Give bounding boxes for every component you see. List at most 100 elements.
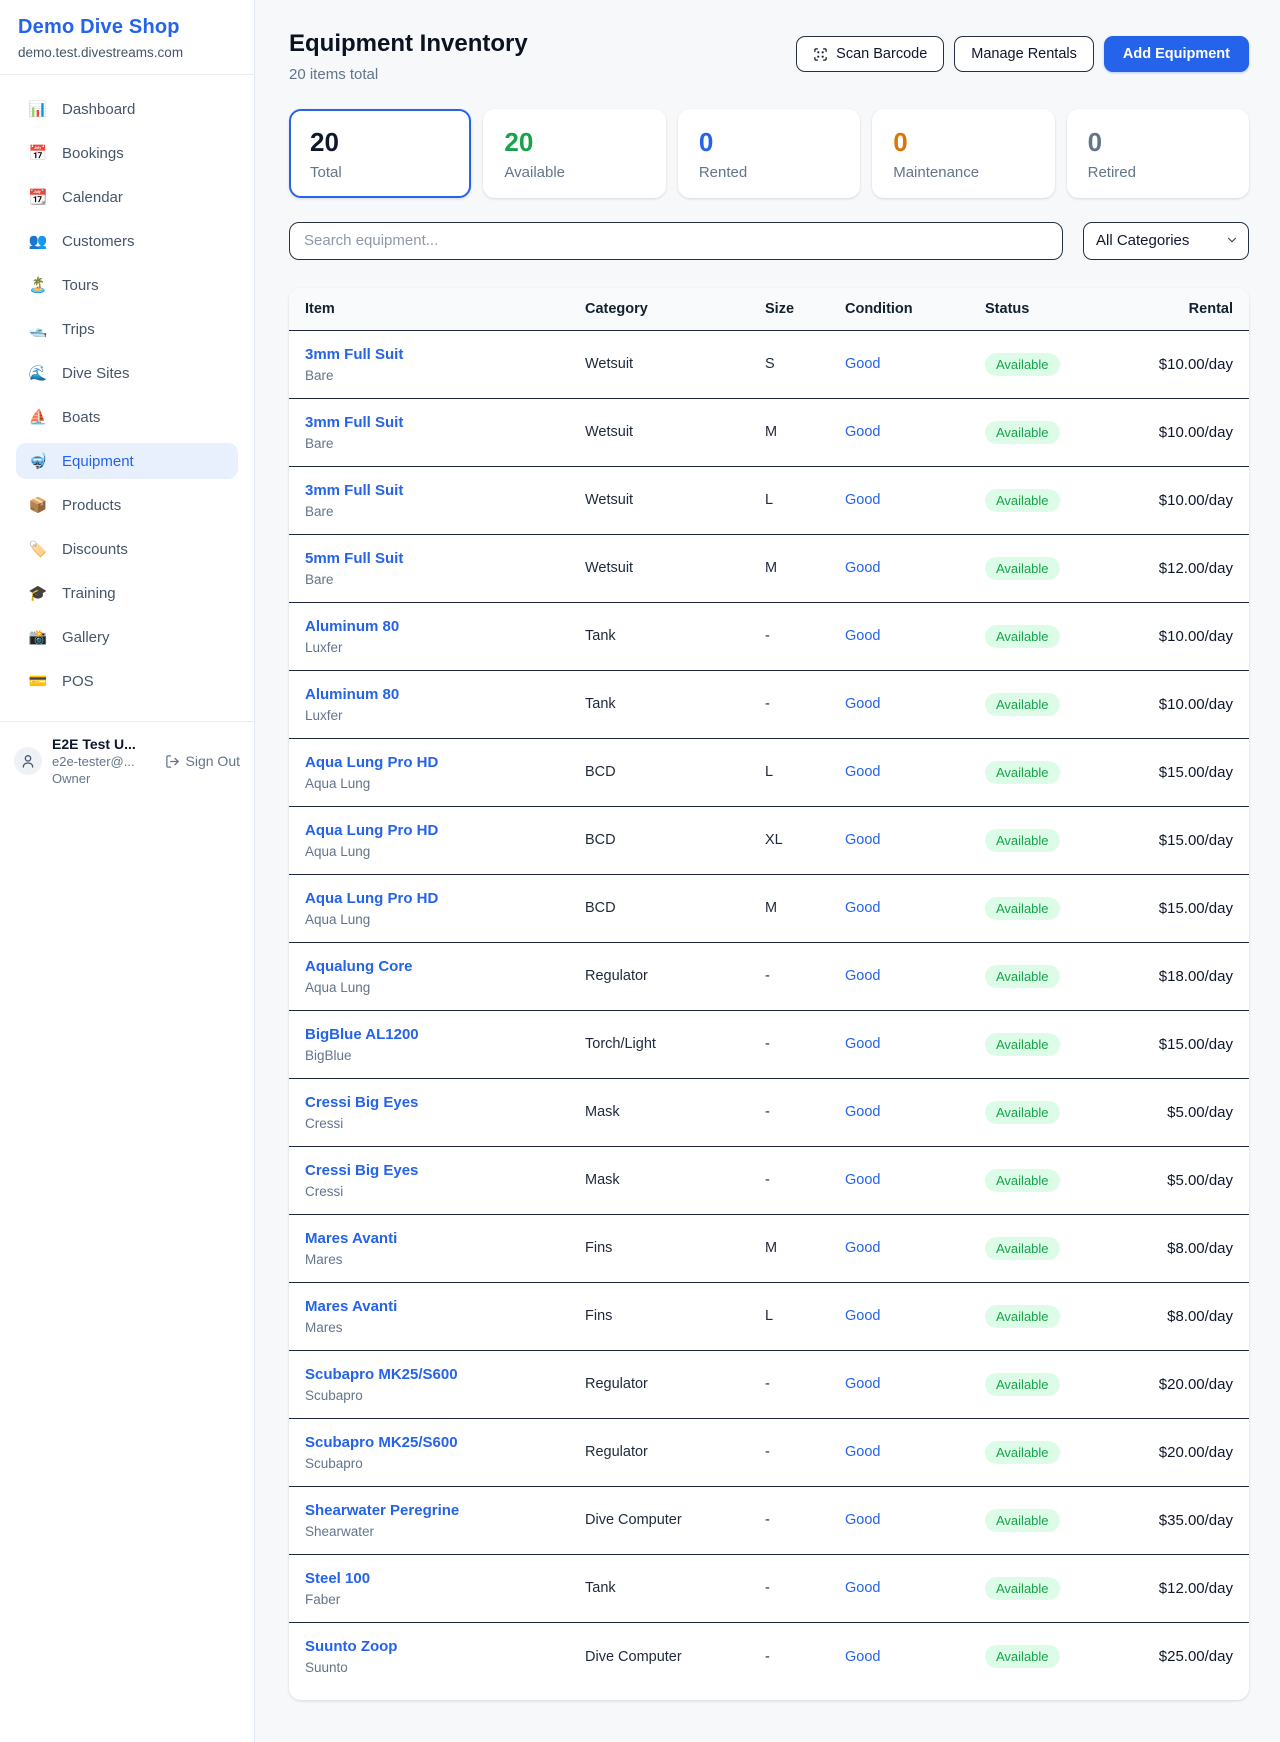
sidebar-nav-item[interactable]: 📸 Gallery (16, 619, 238, 655)
nav-item-label: Bookings (62, 145, 124, 162)
item-name-link[interactable]: Suunto Zoop (305, 1638, 553, 1655)
condition-link[interactable]: Good (845, 832, 880, 848)
item-brand: Bare (305, 504, 553, 519)
item-category: Tank (569, 670, 749, 738)
sidebar-nav-item[interactable]: 📊 Dashboard (16, 91, 238, 127)
item-category: Dive Computer (569, 1622, 749, 1690)
status-badge: Available (985, 1237, 1060, 1260)
add-equipment-button[interactable]: Add Equipment (1104, 36, 1249, 72)
condition-link[interactable]: Good (845, 1649, 880, 1665)
item-name-link[interactable]: 3mm Full Suit (305, 346, 553, 363)
table-row: Aluminum 80 Luxfer Tank - Good Available… (289, 670, 1249, 738)
item-name-link[interactable]: BigBlue AL1200 (305, 1026, 553, 1043)
condition-link[interactable]: Good (845, 1172, 880, 1188)
condition-link[interactable]: Good (845, 1376, 880, 1392)
condition-link[interactable]: Good (845, 356, 880, 372)
sign-out-label: Sign Out (186, 753, 240, 769)
condition-link[interactable]: Good (845, 560, 880, 576)
rental-price: $10.00/day (1119, 466, 1249, 534)
item-brand: BigBlue (305, 1048, 553, 1063)
sidebar-nav-item[interactable]: 🌊 Dive Sites (16, 355, 238, 391)
stat-card[interactable]: 20 Total (289, 109, 471, 198)
sidebar-nav-item[interactable]: 🛥️ Trips (16, 311, 238, 347)
page-title: Equipment Inventory (289, 30, 528, 58)
stat-card[interactable]: 0 Retired (1067, 109, 1249, 198)
item-name-link[interactable]: Scubapro MK25/S600 (305, 1434, 553, 1451)
condition-link[interactable]: Good (845, 1512, 880, 1528)
item-name-link[interactable]: 3mm Full Suit (305, 414, 553, 431)
item-name-link[interactable]: 5mm Full Suit (305, 550, 553, 567)
sidebar-nav-item[interactable]: 💳 POS (16, 663, 238, 699)
item-name-link[interactable]: Steel 100 (305, 1570, 553, 1587)
item-name-link[interactable]: Scubapro MK25/S600 (305, 1366, 553, 1383)
condition-link[interactable]: Good (845, 1104, 880, 1120)
stat-label: Maintenance (893, 164, 1033, 181)
stat-card[interactable]: 20 Available (483, 109, 665, 198)
column-header-item: Item (289, 288, 569, 331)
stat-card[interactable]: 0 Maintenance (872, 109, 1054, 198)
item-name-link[interactable]: Aqua Lung Pro HD (305, 890, 553, 907)
sign-out-button[interactable]: Sign Out (165, 753, 240, 769)
item-name-link[interactable]: Mares Avanti (305, 1298, 553, 1315)
condition-link[interactable]: Good (845, 764, 880, 780)
item-brand: Shearwater (305, 1524, 553, 1539)
item-brand: Bare (305, 436, 553, 451)
status-badge: Available (985, 1101, 1060, 1124)
item-name-link[interactable]: Aqualung Core (305, 958, 553, 975)
barcode-scan-icon (813, 47, 828, 62)
sidebar-nav-item[interactable]: 🎓 Training (16, 575, 238, 611)
condition-link[interactable]: Good (845, 900, 880, 916)
item-category: BCD (569, 806, 749, 874)
nav-item-icon: 🏝️ (28, 276, 48, 294)
status-badge: Available (985, 625, 1060, 648)
item-name-link[interactable]: Aluminum 80 (305, 618, 553, 635)
search-input[interactable] (289, 222, 1063, 260)
item-name-link[interactable]: Cressi Big Eyes (305, 1094, 553, 1111)
user-section: E2E Test U... e2e-tester@... Owner Sign … (0, 721, 254, 800)
condition-link[interactable]: Good (845, 628, 880, 644)
item-name-link[interactable]: Mares Avanti (305, 1230, 553, 1247)
sidebar-nav-item[interactable]: 🏝️ Tours (16, 267, 238, 303)
condition-link[interactable]: Good (845, 492, 880, 508)
sidebar-nav-item[interactable]: 🤿 Equipment (16, 443, 238, 479)
stat-card[interactable]: 0 Rented (678, 109, 860, 198)
condition-link[interactable]: Good (845, 968, 880, 984)
item-name-link[interactable]: Aqua Lung Pro HD (305, 822, 553, 839)
item-name-link[interactable]: 3mm Full Suit (305, 482, 553, 499)
item-name-link[interactable]: Shearwater Peregrine (305, 1502, 553, 1519)
condition-link[interactable]: Good (845, 1308, 880, 1324)
column-header-size: Size (749, 288, 829, 331)
condition-link[interactable]: Good (845, 696, 880, 712)
scan-barcode-button[interactable]: Scan Barcode (796, 36, 944, 72)
status-badge: Available (985, 489, 1060, 512)
sidebar-nav-item[interactable]: ⛵ Boats (16, 399, 238, 435)
condition-link[interactable]: Good (845, 1240, 880, 1256)
shop-name[interactable]: Demo Dive Shop (18, 16, 236, 39)
sidebar-nav-item[interactable]: 📅 Bookings (16, 135, 238, 171)
condition-link[interactable]: Good (845, 1580, 880, 1596)
nav-item-label: Boats (62, 409, 100, 426)
sidebar-nav-item[interactable]: 🏷️ Discounts (16, 531, 238, 567)
item-size: - (749, 1078, 829, 1146)
column-header-status: Status (969, 288, 1119, 331)
item-name-link[interactable]: Cressi Big Eyes (305, 1162, 553, 1179)
rental-price: $12.00/day (1119, 1554, 1249, 1622)
item-name-link[interactable]: Aqua Lung Pro HD (305, 754, 553, 771)
nav-item-label: Discounts (62, 541, 128, 558)
item-category: Fins (569, 1282, 749, 1350)
stat-label: Retired (1088, 164, 1228, 181)
manage-rentals-label: Manage Rentals (971, 46, 1077, 62)
sidebar-nav-item[interactable]: 👥 Customers (16, 223, 238, 259)
condition-link[interactable]: Good (845, 1036, 880, 1052)
condition-link[interactable]: Good (845, 1444, 880, 1460)
item-name-link[interactable]: Aluminum 80 (305, 686, 553, 703)
sidebar-nav-item[interactable]: 📦 Products (16, 487, 238, 523)
category-select[interactable]: All Categories (1083, 222, 1249, 260)
item-category: Wetsuit (569, 534, 749, 602)
manage-rentals-button[interactable]: Manage Rentals (954, 36, 1094, 72)
condition-link[interactable]: Good (845, 424, 880, 440)
item-category: Dive Computer (569, 1486, 749, 1554)
rental-price: $10.00/day (1119, 602, 1249, 670)
item-brand: Aqua Lung (305, 844, 553, 859)
sidebar-nav-item[interactable]: 📆 Calendar (16, 179, 238, 215)
